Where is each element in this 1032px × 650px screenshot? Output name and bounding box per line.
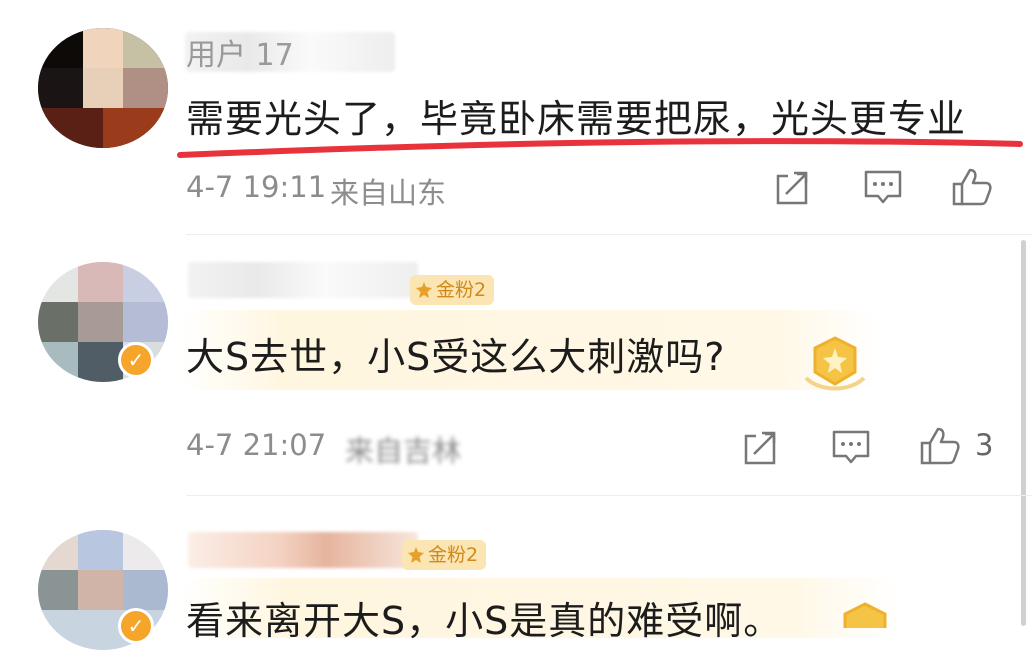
comment-item: ✓ 金粉2 看来离开大S，小S是真的难受啊。 (0, 0, 1032, 650)
username-redacted (188, 532, 418, 568)
verified-icon: ✓ (118, 608, 154, 644)
gold-medal-icon (843, 602, 887, 628)
badge-label: 金粉2 (428, 544, 479, 566)
fan-badge[interactable]: 金粉2 (402, 540, 487, 570)
gold-badge-icon (408, 547, 424, 563)
comment-text: 看来离开大S，小S是真的难受啊。 (186, 599, 783, 643)
